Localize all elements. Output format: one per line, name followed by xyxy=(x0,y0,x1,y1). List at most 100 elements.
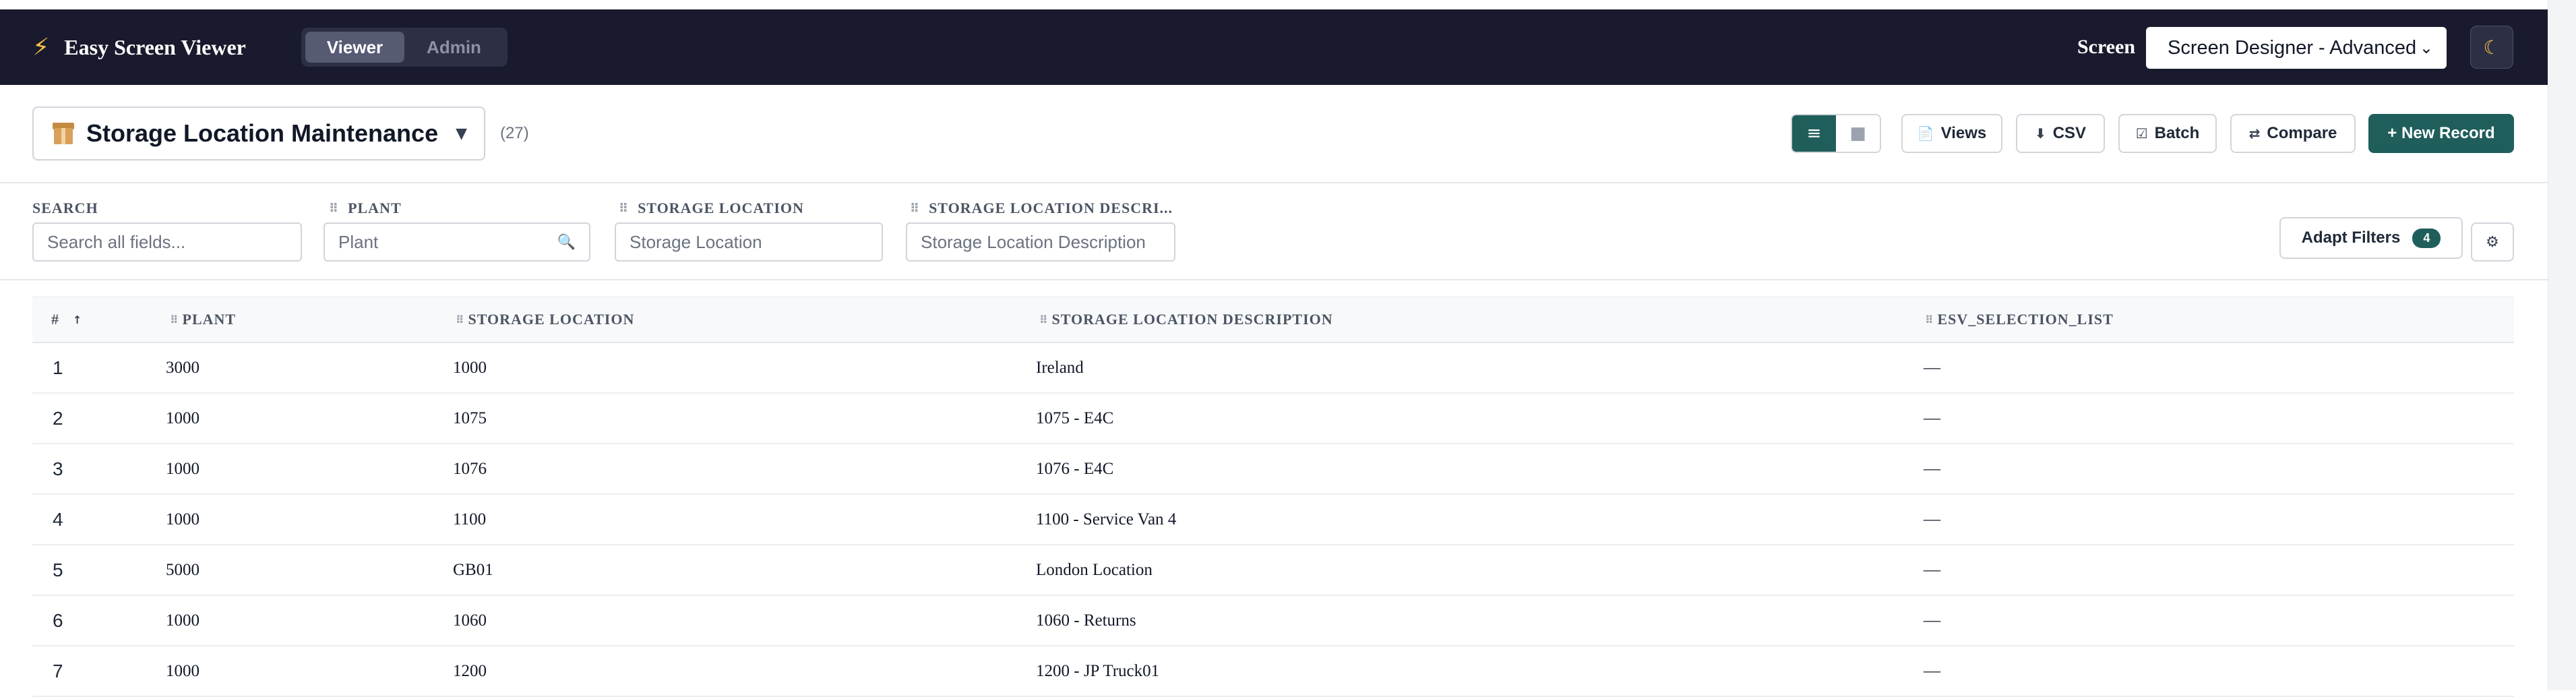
esv-selection-list-cell: — xyxy=(1924,459,1940,478)
storage-location-cell: 1060 xyxy=(453,611,487,630)
row-index-cell: 5 xyxy=(53,559,63,580)
list-icon: ≡ xyxy=(1806,123,1822,144)
theme-toggle-button[interactable]: ☾ xyxy=(2470,26,2513,69)
plant-input-placeholder: Plant xyxy=(338,231,379,252)
storage-location-filter-label[interactable]: ⠿ STORAGE LOCATION xyxy=(619,200,804,217)
search-filter-label: SEARCH xyxy=(32,200,98,217)
row-index-cell: 6 xyxy=(53,609,63,631)
esv-selection-list-cell: — xyxy=(1924,358,1940,377)
storage-location-cell: GB01 xyxy=(453,560,493,579)
screen-title-dropdown[interactable]: Storage Location Maintenance ▼ xyxy=(32,107,485,160)
views-button-label: Views xyxy=(1940,124,1987,142)
csv-button[interactable]: ⬇ CSV xyxy=(2016,114,2105,153)
row-index-cell: 3 xyxy=(53,458,63,479)
column-header-index[interactable]: # ↑ xyxy=(51,297,82,342)
package-icon xyxy=(51,121,75,146)
storage-location-filter-input[interactable]: Storage Location xyxy=(615,222,883,262)
storage-location-cell: 1100 xyxy=(453,510,487,528)
drag-handle-icon[interactable]: ⠿ xyxy=(329,202,338,216)
admin-mode-button[interactable]: Admin xyxy=(404,32,503,63)
table-row[interactable]: 6 1000 1060 1060 - Returns — xyxy=(32,596,2514,646)
moon-icon: ☾ xyxy=(2483,36,2501,59)
table-header: # ↑ ⠿ PLANT ⠿ STORAGE LOCATION ⠿ STORAGE… xyxy=(32,297,2514,343)
grid-icon: ■ xyxy=(1849,123,1866,144)
drag-handle-icon[interactable]: ⠿ xyxy=(456,313,464,326)
storage-location-description-filter-input[interactable]: Storage Location Description xyxy=(906,222,1175,262)
viewer-mode-button[interactable]: Viewer xyxy=(305,32,404,63)
storage-location-description-cell: 1076 - E4C xyxy=(1036,459,1114,478)
row-index-cell: 2 xyxy=(53,407,63,429)
table-row[interactable]: 7 1000 1200 1200 - JP Truck01 — xyxy=(32,646,2514,697)
adapt-filters-label: Adapt Filters xyxy=(2301,229,2401,247)
app-page: ⚡ Easy Screen Viewer Viewer Admin Screen… xyxy=(0,0,2548,697)
plant-label-text: PLANT xyxy=(348,200,402,216)
compare-arrows-icon: ⇄ xyxy=(2248,125,2261,142)
divider xyxy=(0,279,2548,280)
batch-button-label: Batch xyxy=(2154,124,2200,142)
drag-handle-icon[interactable]: ⠿ xyxy=(619,202,628,216)
sort-ascending-icon[interactable]: ↑ xyxy=(73,313,82,326)
table-row[interactable]: 4 1000 1100 1100 - Service Van 4 — xyxy=(32,495,2514,545)
search-icon[interactable]: 🔍 xyxy=(557,234,576,251)
table-row[interactable]: 5 5000 GB01 London Location — xyxy=(32,545,2514,596)
plant-cell: 3000 xyxy=(166,358,200,377)
adapt-filters-button[interactable]: Adapt Filters 4 xyxy=(2279,217,2463,259)
page-scrollbar[interactable] xyxy=(2548,0,2576,690)
list-view-button[interactable]: ≡ xyxy=(1792,115,1836,152)
table-row[interactable]: 1 3000 1000 Ireland — xyxy=(32,343,2514,394)
document-icon: 📄 xyxy=(1917,125,1934,142)
gear-icon: ⚙ xyxy=(2486,233,2499,251)
search-input[interactable]: Search all fields... xyxy=(32,222,302,262)
plant-cell: 1000 xyxy=(166,661,200,680)
top-navbar: ⚡ Easy Screen Viewer Viewer Admin Screen… xyxy=(0,9,2548,85)
storage-location-description-input-placeholder: Storage Location Description xyxy=(921,231,1146,252)
filter-settings-button[interactable]: ⚙ xyxy=(2471,222,2514,262)
storage-location-cell: 1076 xyxy=(453,459,487,478)
storage-location-label-text: STORAGE LOCATION xyxy=(638,200,804,216)
drag-handle-icon[interactable]: ⠿ xyxy=(910,202,919,216)
table-row[interactable]: 2 1000 1075 1075 - E4C — xyxy=(32,394,2514,444)
brand[interactable]: ⚡ Easy Screen Viewer xyxy=(32,9,246,85)
search-input-placeholder: Search all fields... xyxy=(47,231,186,252)
drag-handle-icon[interactable]: ⠿ xyxy=(1925,313,1934,326)
storage-location-cell: 1200 xyxy=(453,661,487,680)
storage-location-cell: 1000 xyxy=(453,358,487,377)
storage-location-description-label-text: STORAGE LOCATION DESCRI... xyxy=(929,200,1173,216)
screen-select[interactable]: Screen Designer - Advanced ⌄ xyxy=(2146,27,2447,69)
column-header-label: # xyxy=(51,311,59,328)
new-record-button[interactable]: + New Record xyxy=(2368,114,2514,153)
column-header-label: STORAGE LOCATION xyxy=(468,311,635,328)
mode-toggle: Viewer Admin xyxy=(301,28,508,67)
column-header-label: PLANT xyxy=(182,311,237,328)
column-header-label: STORAGE LOCATION DESCRIPTION xyxy=(1051,311,1333,328)
caret-down-icon: ▼ xyxy=(456,125,468,142)
app-title: Easy Screen Viewer xyxy=(64,34,246,59)
lightning-bolt-icon: ⚡ xyxy=(32,33,50,61)
drag-handle-icon[interactable]: ⠿ xyxy=(170,313,179,326)
table-row[interactable]: 3 1000 1076 1076 - E4C — xyxy=(32,444,2514,495)
plant-filter-label[interactable]: ⠿ PLANT xyxy=(329,200,402,217)
column-header-plant[interactable]: ⠿ PLANT xyxy=(170,297,236,342)
column-header-esv-selection-list[interactable]: ⠿ ESV_SELECTION_LIST xyxy=(1925,297,2114,342)
storage-location-input-placeholder: Storage Location xyxy=(630,231,762,252)
compare-button-label: Compare xyxy=(2267,124,2337,142)
drag-handle-icon[interactable]: ⠿ xyxy=(1039,313,1048,326)
plant-filter-input[interactable]: Plant 🔍 xyxy=(324,222,590,262)
batch-button[interactable]: ☑ Batch xyxy=(2118,114,2217,153)
page-title: Storage Location Maintenance xyxy=(86,119,439,147)
column-header-storage-location-description[interactable]: ⠿ STORAGE LOCATION DESCRIPTION xyxy=(1039,297,1333,342)
esv-selection-list-cell: — xyxy=(1924,510,1940,528)
grid-view-button[interactable]: ■ xyxy=(1836,115,1880,152)
row-index-cell: 1 xyxy=(53,357,63,378)
storage-location-description-cell: 1060 - Returns xyxy=(1036,611,1136,630)
compare-button[interactable]: ⇄ Compare xyxy=(2230,114,2356,153)
storage-location-description-filter-label[interactable]: ⠿ STORAGE LOCATION DESCRI... xyxy=(910,200,1173,217)
screen-label: Screen xyxy=(2077,36,2136,58)
views-button[interactable]: 📄 Views xyxy=(1901,114,2002,153)
column-header-storage-location[interactable]: ⠿ STORAGE LOCATION xyxy=(456,297,634,342)
storage-location-cell: 1075 xyxy=(453,408,487,427)
screen-select-value: Screen Designer - Advanced xyxy=(2168,36,2417,59)
storage-location-description-cell: London Location xyxy=(1036,560,1153,579)
plant-cell: 1000 xyxy=(166,510,200,528)
column-header-label: ESV_SELECTION_LIST xyxy=(1937,311,2114,328)
